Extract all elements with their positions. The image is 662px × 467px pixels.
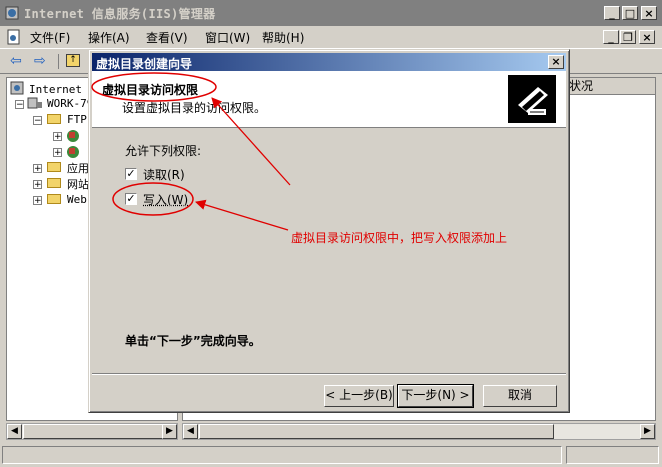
wizard-footer-text: 单击“下一步”完成向导。 [125,334,261,348]
scrollbar-thumb[interactable] [23,424,163,439]
tree-item-ftp[interactable]: FTP [67,113,87,126]
tree-expand-toggle[interactable]: + [33,180,42,190]
mdi-minimize-button[interactable]: _ [603,30,619,44]
forward-arrow-icon[interactable]: ⇨ [34,53,46,69]
tree-collapse-toggle[interactable]: − [15,100,24,110]
tree-item-app-pools[interactable]: 应用 [67,160,89,176]
dialog-title: 虚拟目录创建向导 [96,57,193,71]
tree-expand-toggle[interactable]: + [33,164,42,174]
menu-file[interactable]: 文件(F) [30,29,70,46]
iis-app-icon [5,6,19,20]
tree-horizontal-scrollbar[interactable]: ◀ ▶ [6,423,178,440]
minimize-button[interactable]: _ [604,6,620,20]
tree-expand-toggle[interactable]: + [33,196,42,206]
scroll-right-icon[interactable]: ▶ [640,424,655,439]
menu-window[interactable]: 窗口(W) [205,29,250,46]
wizard-document-icon [508,75,556,123]
tree-item-websites[interactable]: 网站 [67,176,89,192]
write-permission-label[interactable]: 写入(W) [143,191,188,208]
folder-icon [47,162,61,172]
annotation-text: 虚拟目录访问权限中，把写入权限添加上 [291,231,508,245]
scroll-left-icon[interactable]: ◀ [7,424,22,439]
iis-root-icon [10,81,24,95]
next-button[interactable]: 下一步(N) > [397,384,474,408]
read-permission-label[interactable]: 读取(R) [143,166,185,183]
server-icon [27,97,42,109]
dialog-separator [92,373,566,375]
dialog-header-subtitle: 设置虚拟目录的访问权限。 [122,101,267,115]
mdi-restore-button[interactable]: ❐ [620,30,636,44]
menu-view[interactable]: 查看(V) [146,29,188,46]
window-title: Internet 信息服务(IIS)管理器 [24,7,216,21]
tree-item-web-extensions[interactable]: Web [67,193,87,206]
menu-bar: 文件(F) 操作(A) 查看(V) 窗口(W) 帮助(H) _ ❐ × [0,26,662,48]
tree-collapse-toggle[interactable]: − [33,116,42,126]
dialog-title-bar[interactable]: 虚拟目录创建向导 × [92,53,566,71]
ftp-site-icon [67,130,79,142]
tree-item-server[interactable]: WORK-79 [47,97,93,110]
folder-icon [47,178,61,188]
dialog-close-icon[interactable]: × [548,55,564,69]
tree-expand-toggle[interactable]: + [53,148,62,158]
scrollbar-thumb[interactable] [199,424,554,439]
dialog-header-title: 虚拟目录访问权限 [102,83,199,97]
write-permission-checkbox[interactable]: ✓ [125,193,137,205]
menu-help[interactable]: 帮助(H) [262,29,304,46]
read-permission-checkbox[interactable]: ✓ [125,168,137,180]
status-cell [2,446,562,464]
scroll-left-icon[interactable]: ◀ [183,424,198,439]
details-horizontal-scrollbar[interactable]: ◀ ▶ [182,423,656,440]
status-bar [0,443,662,467]
back-button[interactable]: < 上一步(B) [324,385,394,407]
close-button[interactable]: × [641,6,657,20]
folder-icon [47,194,61,204]
back-arrow-icon[interactable]: ⇦ [10,53,22,69]
permissions-label: 允许下列权限: [125,144,202,158]
dialog-header: 虚拟目录访问权限 设置虚拟目录的访问权限。 [92,71,566,128]
mmc-document-icon [7,29,20,45]
mdi-close-button[interactable]: × [639,30,655,44]
folder-icon [47,114,61,124]
up-folder-icon[interactable]: ↑ [66,54,80,67]
ftp-site-icon [67,146,79,158]
column-header-status[interactable]: 状况 [563,78,655,95]
menu-action[interactable]: 操作(A) [88,29,130,46]
cancel-button[interactable]: 取消 [483,385,557,407]
maximize-button[interactable]: □ [622,6,638,20]
scroll-right-icon[interactable]: ▶ [162,424,177,439]
toolbar-separator [58,54,59,69]
status-cell [566,446,659,464]
window-title-bar[interactable]: Internet 信息服务(IIS)管理器 _ □ × [0,0,662,26]
tree-expand-toggle[interactable]: + [53,132,62,142]
